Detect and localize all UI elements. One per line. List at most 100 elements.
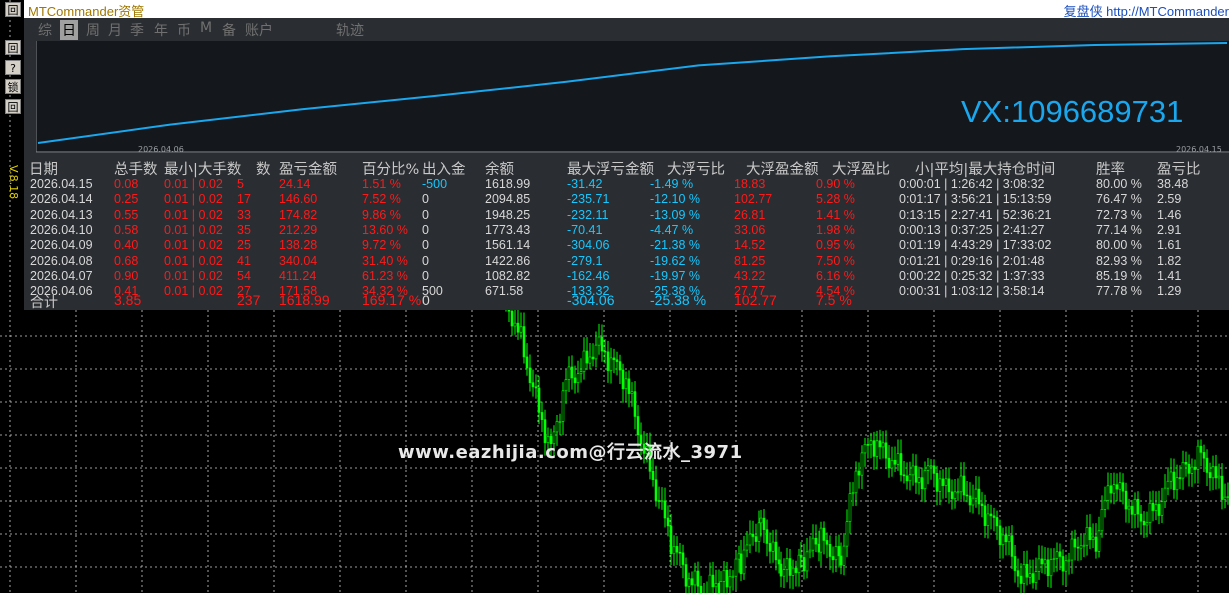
candle-body <box>618 361 622 371</box>
candle-body <box>690 578 694 586</box>
tab-currency[interactable]: 币 <box>177 20 191 40</box>
candle-body <box>576 373 580 383</box>
candle-body <box>669 525 673 555</box>
candle-body <box>684 564 688 587</box>
candle-body <box>1019 575 1023 584</box>
tab-account[interactable]: 账户 <box>245 20 273 40</box>
toolbar-button-2[interactable]: 回 <box>5 40 21 55</box>
cell-winrate: 80.00 % <box>1096 238 1142 253</box>
candle-body <box>1034 571 1038 583</box>
toolbar-button-1[interactable]: 回 <box>5 2 21 17</box>
lock-button[interactable]: 锁 <box>5 79 21 94</box>
toolbar-button-4[interactable]: 回 <box>5 99 21 114</box>
cell-io: 0 <box>422 192 429 207</box>
table-row[interactable]: 2026.04.08 0.68 0.01 | 0.02 41 340.04 31.40 %… <box>24 254 1229 269</box>
candle-body <box>519 326 523 333</box>
header-pct: 百分比% <box>362 162 420 178</box>
candle-body <box>657 500 661 502</box>
tab-year[interactable]: 年 <box>154 20 168 40</box>
candle-body <box>1007 535 1011 543</box>
candle-body <box>564 379 568 392</box>
table-row[interactable]: 2026.04.07 0.90 0.01 | 0.02 54 411.24 61.23 %… <box>24 269 1229 284</box>
candle-body <box>567 366 571 380</box>
header-minmax-lots: 最小|大手数 <box>164 162 242 178</box>
candle-body <box>866 444 870 446</box>
cell-io: 0 <box>422 222 429 237</box>
candle-body <box>742 549 746 575</box>
cell-balance: 1561.14 <box>485 238 531 253</box>
candle-body <box>1088 527 1092 541</box>
tab-day[interactable]: 日 <box>60 20 78 40</box>
cell-winrate: 76.47 % <box>1096 192 1142 207</box>
candle-body <box>887 457 891 469</box>
cell-minmax: 0.01 | 0.02 <box>164 192 223 207</box>
tab-week[interactable]: 周 <box>86 20 100 40</box>
cell-max-float-loss-pct: -19.62 % <box>650 253 701 268</box>
candle-body <box>1214 466 1218 479</box>
cell-max-float-profit: 102.77 <box>734 192 773 207</box>
candle-body <box>965 494 969 497</box>
title-bar: MTCommander资管 复盘侠 http://MTCommander <box>24 0 1229 20</box>
tab-month[interactable]: 月 <box>108 20 122 40</box>
candle-body <box>1097 530 1101 552</box>
table-row[interactable]: 2026.04.15 0.08 0.01 | 0.02 5 24.14 1.51 % -50… <box>24 177 1229 192</box>
cell-lots: 0.08 <box>114 177 139 191</box>
candle-body <box>917 477 921 483</box>
tab-track[interactable]: 轨迹 <box>336 20 364 40</box>
cell-max-float-loss: -162.46 <box>567 268 610 283</box>
candle-body <box>528 367 532 383</box>
candle-body <box>884 442 888 459</box>
cell-max-float-profit-pct: 1.41 % <box>816 207 855 222</box>
candle-body <box>1187 463 1191 474</box>
candle-body <box>834 546 838 561</box>
candle-body <box>633 391 637 417</box>
candle-body <box>751 533 755 537</box>
cell-date: 2026.04.08 <box>30 253 93 268</box>
cell-pf: 1.46 <box>1157 207 1182 222</box>
table-row[interactable]: 2026.04.14 0.25 0.01 | 0.02 17 146.60 7.52 % 0… <box>24 192 1229 207</box>
candle-body <box>837 546 841 557</box>
candle-body <box>759 517 763 524</box>
candle-body <box>1127 505 1131 510</box>
help-button[interactable]: ? <box>5 60 21 75</box>
candle-body <box>615 359 619 362</box>
candle-body <box>839 555 843 566</box>
cell-io: 0 <box>422 253 429 268</box>
candle-body <box>845 521 849 547</box>
candle-body <box>854 470 858 494</box>
cell-date: 2026.04.15 <box>30 177 93 191</box>
table-total-row: 合计 3.85 237 1618.99 169.17 % 0 -304.06 -25.38 %… <box>24 292 1229 311</box>
candle-body <box>896 453 900 465</box>
tab-summary[interactable]: 综 <box>38 20 52 40</box>
candle-body <box>1142 520 1146 526</box>
candle-body <box>1220 475 1224 500</box>
tab-quarter[interactable]: 季 <box>130 20 144 40</box>
candle-body <box>1139 513 1143 522</box>
cell-max-float-profit-pct: 7.50 % <box>816 253 855 268</box>
tab-magic[interactable]: M <box>200 20 212 36</box>
cell-trades: 35 <box>237 222 251 237</box>
candle-body <box>1052 558 1056 560</box>
candle-body <box>594 344 598 360</box>
title-right-link[interactable]: 复盘侠 http://MTCommander <box>1064 1 1229 20</box>
cell-hold: 0:00:13 | 0:37:25 | 2:41:27 <box>899 222 1045 237</box>
candle-body <box>1067 559 1071 562</box>
candle-body <box>929 465 933 468</box>
candle-body <box>1121 482 1125 492</box>
cell-date: 2026.04.10 <box>30 222 93 237</box>
candle-body <box>573 377 577 383</box>
tab-note[interactable]: 备 <box>222 20 236 40</box>
candle-body <box>1202 452 1206 459</box>
candle-body <box>932 465 936 474</box>
header-trades: 数 <box>256 162 271 178</box>
table-row[interactable]: 2026.04.10 0.58 0.01 | 0.02 35 212.29 13.60 %… <box>24 223 1229 238</box>
cell-hold: 0:01:19 | 4:43:29 | 17:33:02 <box>899 238 1052 253</box>
candle-body <box>881 442 885 448</box>
candle-body <box>531 382 535 388</box>
table-row[interactable]: 2026.04.13 0.55 0.01 | 0.02 33 174.82 9.86 % 0… <box>24 208 1229 223</box>
table-row[interactable]: 2026.04.09 0.40 0.01 | 0.02 25 138.28 9.72 % 0… <box>24 238 1229 253</box>
header-total-lots: 总手数 <box>114 162 158 178</box>
candle-body <box>842 545 846 566</box>
candle-body <box>953 491 957 499</box>
candle-body <box>1022 564 1026 584</box>
